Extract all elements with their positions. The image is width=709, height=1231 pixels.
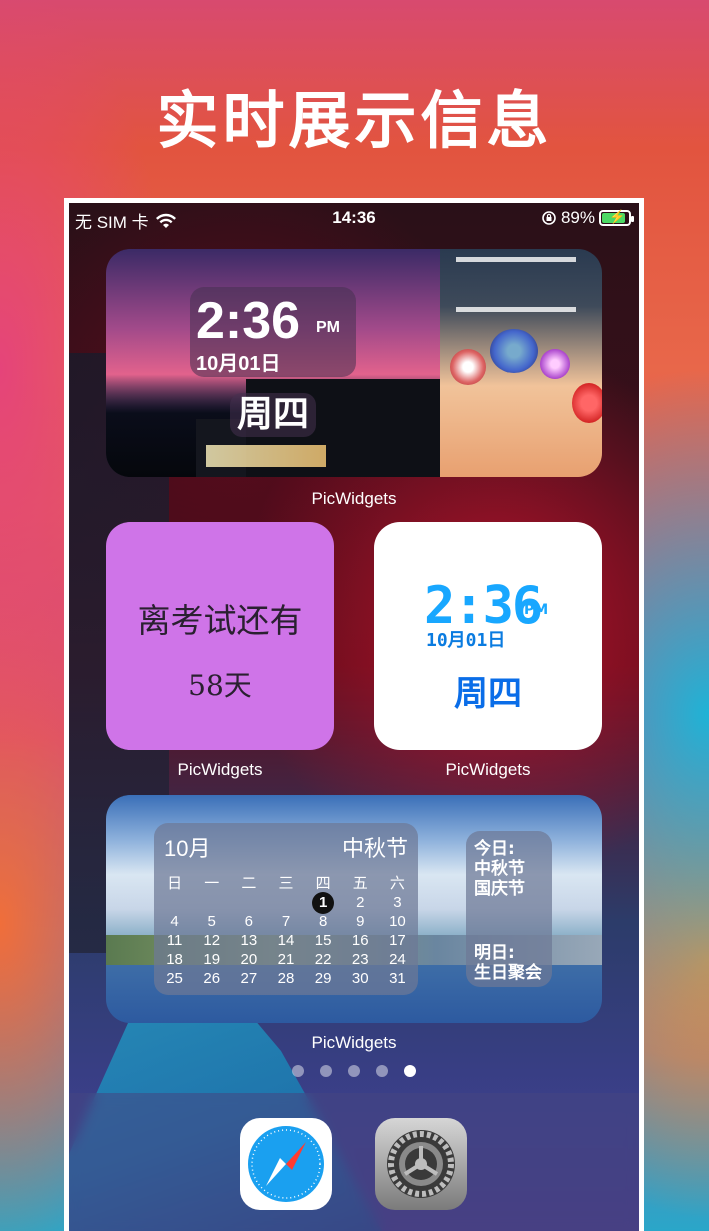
event-item: 中秋节 bbox=[474, 859, 525, 879]
status-bar: 无 SIM 卡 14:36 89% ⚡ bbox=[69, 203, 639, 233]
calendar-day: 18 bbox=[166, 951, 183, 968]
weekday-header: 四 bbox=[315, 875, 331, 892]
calendar-day: 25 bbox=[166, 970, 183, 987]
weekday-header: 六 bbox=[389, 875, 405, 892]
calendar-day: 21 bbox=[277, 951, 295, 968]
battery-percent: 89% bbox=[560, 208, 595, 227]
photo-clock-widget[interactable]: 2:36 PM 10月01日 周四 bbox=[106, 249, 602, 477]
photo-detail bbox=[456, 257, 576, 312]
widget-label: PicWidgets bbox=[177, 760, 263, 779]
events-panel: 今日: 中秋节 国庆节 明日: 生日聚会 bbox=[466, 831, 552, 987]
safari-icon bbox=[248, 1126, 324, 1202]
calendar-day: 26 bbox=[203, 970, 221, 987]
countdown-widget[interactable]: 离考试还有 58天 bbox=[106, 522, 334, 750]
countdown-title: 离考试还有 bbox=[137, 601, 303, 640]
digital-ampm: PM bbox=[524, 602, 549, 618]
calendar-month: 10月 bbox=[164, 836, 211, 861]
banner-title: 实时展示信息 bbox=[156, 84, 553, 157]
safari-app-icon[interactable] bbox=[240, 1118, 332, 1210]
calendar-day: 27 bbox=[240, 970, 258, 987]
calendar-panel: 10月 中秋节 日一二三四五六 1 2 3 4 5 6 7 8 9 10 11 12 13 14 15 16 17… bbox=[154, 823, 418, 995]
calendar-day: 2 bbox=[356, 894, 365, 911]
widget-label: PicWidgets bbox=[311, 489, 397, 508]
calendar-day: 22 bbox=[314, 951, 332, 968]
calendar-day: 8 bbox=[318, 913, 328, 930]
digital-clock-widget[interactable]: 2:36 PM 10月01日 周四 bbox=[374, 522, 602, 750]
calendar-day: 17 bbox=[389, 932, 406, 949]
calendar-day: 5 bbox=[207, 913, 216, 930]
page-indicator[interactable] bbox=[69, 1065, 639, 1077]
page-dot[interactable] bbox=[292, 1065, 304, 1077]
page-dot[interactable] bbox=[404, 1065, 416, 1077]
event-item: 生日聚会 bbox=[474, 963, 542, 983]
calendar-day: 11 bbox=[166, 932, 183, 949]
calendar-day: 9 bbox=[356, 913, 365, 930]
settings-app-icon[interactable] bbox=[375, 1118, 467, 1210]
charging-bolt-icon: ⚡ bbox=[609, 209, 626, 224]
weekday-header: 五 bbox=[352, 875, 368, 892]
calendar-day: 7 bbox=[281, 913, 291, 930]
gear-icon bbox=[387, 1130, 455, 1198]
clock-ampm: PM bbox=[316, 319, 340, 336]
calendar-day: 28 bbox=[277, 970, 295, 987]
calendar-day: 10 bbox=[389, 913, 406, 930]
page-dot[interactable] bbox=[320, 1065, 332, 1077]
calendar-day bbox=[156, 894, 193, 911]
tomorrow-events: 明日: 生日聚会 bbox=[474, 943, 542, 983]
calendar-day: 6 bbox=[244, 913, 254, 930]
calendar-day: 13 bbox=[240, 932, 258, 949]
weekday-header: 一 bbox=[204, 875, 220, 892]
dock bbox=[69, 1093, 639, 1231]
clock-overlay: 2:36 PM 10月01日 bbox=[190, 287, 356, 377]
calendar-day bbox=[267, 894, 304, 911]
calendar-day: 24 bbox=[389, 951, 406, 968]
calendar-day: 15 bbox=[314, 932, 332, 949]
calendar-widget[interactable]: 10月 中秋节 日一二三四五六 1 2 3 4 5 6 7 8 9 10 11 12 13 14 15 16 17… bbox=[106, 795, 602, 1023]
calendar-day: 29 bbox=[314, 970, 332, 987]
calendar-grid: 日一二三四五六 1 2 3 4 5 6 7 8 9 10 11 12 13 14 15 16 17 18 19 20 21… bbox=[156, 875, 416, 987]
home-screen: 无 SIM 卡 14:36 89% ⚡ 2:36 PM 10月01日 周四 Pi… bbox=[69, 203, 639, 1231]
digital-date: 10月01日 bbox=[426, 630, 506, 651]
calendar-day: 30 bbox=[351, 970, 369, 987]
calendar-day-today: 1 bbox=[305, 892, 342, 914]
calendar-day bbox=[193, 894, 230, 911]
calendar-day: 31 bbox=[389, 970, 406, 987]
widget-label: PicWidgets bbox=[311, 1033, 397, 1052]
calendar-festival: 中秋节 bbox=[341, 836, 408, 861]
countdown-days: 58天 bbox=[188, 669, 252, 702]
orientation-lock-icon bbox=[542, 211, 556, 225]
page-dot[interactable] bbox=[376, 1065, 388, 1077]
weekday-header: 三 bbox=[278, 875, 294, 892]
calendar-day: 19 bbox=[203, 951, 221, 968]
calendar-day bbox=[230, 894, 267, 911]
calendar-day: 12 bbox=[203, 932, 221, 949]
weekday-header: 二 bbox=[241, 875, 257, 892]
calendar-day: 23 bbox=[351, 951, 369, 968]
photo-detail bbox=[206, 445, 326, 467]
calendar-day: 16 bbox=[351, 932, 369, 949]
digital-weekday: 周四 bbox=[454, 674, 522, 714]
clock-weekday: 周四 bbox=[230, 393, 316, 437]
widget-label: PicWidgets bbox=[445, 760, 531, 779]
battery-icon: ⚡ bbox=[599, 209, 634, 226]
event-item: 国庆节 bbox=[474, 879, 525, 899]
page-dot[interactable] bbox=[348, 1065, 360, 1077]
clock-date: 10月01日 bbox=[196, 353, 281, 375]
tomorrow-title: 明日: bbox=[474, 943, 515, 963]
calendar-day: 4 bbox=[170, 913, 179, 930]
clock-time: 2:36 bbox=[196, 292, 301, 350]
today-events: 今日: 中秋节 国庆节 bbox=[474, 839, 525, 899]
phone-frame: 无 SIM 卡 14:36 89% ⚡ 2:36 PM 10月01日 周四 Pi… bbox=[64, 198, 644, 1231]
calendar-day: 3 bbox=[393, 894, 402, 911]
weekday-header: 日 bbox=[167, 875, 183, 892]
calendar-day: 14 bbox=[277, 932, 295, 949]
today-title: 今日: bbox=[474, 839, 515, 859]
calendar-day: 20 bbox=[240, 951, 258, 968]
